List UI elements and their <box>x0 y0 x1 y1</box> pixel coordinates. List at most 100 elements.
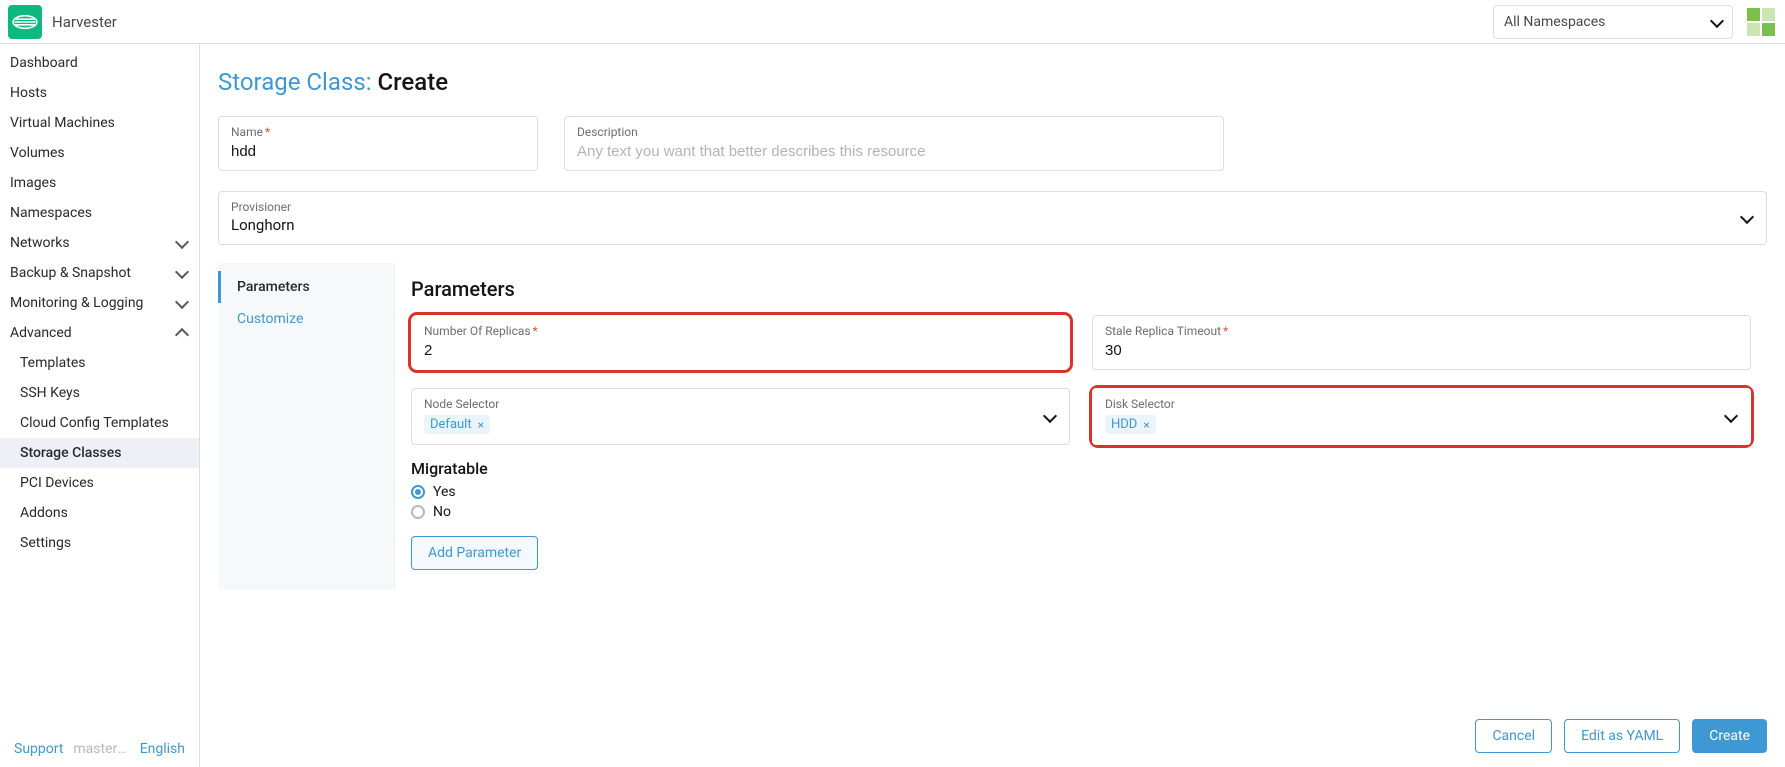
sidebar-item-ssh-keys[interactable]: SSH Keys <box>0 378 199 408</box>
radio-yes[interactable] <box>411 485 425 499</box>
edit-yaml-button[interactable]: Edit as YAML <box>1564 719 1680 753</box>
sidebar-item-label: SSH Keys <box>20 385 80 401</box>
sidebar-item-label: Templates <box>20 355 86 371</box>
disk-selector-chip[interactable]: HDD × <box>1105 415 1156 434</box>
sidebar-item-hosts[interactable]: Hosts <box>0 78 199 108</box>
node-selector-chip[interactable]: Default × <box>424 415 490 434</box>
sidebar-item-images[interactable]: Images <box>0 168 199 198</box>
provisioner-select[interactable]: Provisioner Longhorn <box>218 191 1767 245</box>
sidebar-item-label: PCI Devices <box>20 475 94 491</box>
page-title: Storage Class: Create <box>218 68 1767 96</box>
close-icon[interactable]: × <box>1143 418 1149 432</box>
sidebar-item-label: Dashboard <box>10 55 78 71</box>
disk-selector-label: Disk Selector <box>1105 397 1738 411</box>
node-selector-label: Node Selector <box>424 397 1057 411</box>
sidebar-item-label: Settings <box>20 535 71 551</box>
disk-selector-highlight: Disk Selector HDD × <box>1092 388 1751 445</box>
sidebar-item-label: Addons <box>20 505 68 521</box>
migratable-no-row[interactable]: No <box>411 504 1751 520</box>
chevron-down-icon <box>1045 409 1055 425</box>
sidebar-item-label: Storage Classes <box>20 445 121 461</box>
breadcrumb-parent[interactable]: Storage Class <box>218 68 366 96</box>
sidebar-item-virtual-machines[interactable]: Virtual Machines <box>0 108 199 138</box>
add-parameter-button[interactable]: Add Parameter <box>411 536 538 570</box>
provisioner-value: Longhorn <box>231 216 1754 234</box>
sidebar-item-addons[interactable]: Addons <box>0 498 199 528</box>
node-selector-chips: Default × <box>424 415 1057 434</box>
stale-timeout-field[interactable]: Stale Replica Timeout* <box>1092 315 1751 370</box>
product-name: Harvester <box>52 13 117 31</box>
migratable-yes-label: Yes <box>433 484 456 500</box>
chevron-up-icon <box>177 325 187 341</box>
disk-selector-chips: HDD × <box>1105 415 1738 434</box>
chevron-down-icon <box>177 265 187 281</box>
sidebar-nav: Dashboard Hosts Virtual Machines Volumes Ima… <box>0 44 199 558</box>
sidebar: Dashboard Hosts Virtual Machines Volumes Ima… <box>0 44 200 767</box>
namespace-select[interactable]: All Namespaces <box>1493 5 1733 39</box>
sidebar-item-networks[interactable]: Networks <box>0 228 199 258</box>
sidebar-item-settings[interactable]: Settings <box>0 528 199 558</box>
chip-label: Default <box>430 417 472 432</box>
radio-no[interactable] <box>411 505 425 519</box>
replicas-highlight: Number Of Replicas* <box>411 315 1070 370</box>
chevron-down-icon <box>177 235 187 251</box>
stale-timeout-label: Stale Replica Timeout* <box>1105 324 1738 338</box>
sidebar-item-dashboard[interactable]: Dashboard <box>0 48 199 78</box>
config-tabs: Parameters Customize <box>218 263 394 590</box>
language-select[interactable]: English <box>140 741 185 757</box>
sidebar-item-namespaces[interactable]: Namespaces <box>0 198 199 228</box>
description-label: Description <box>577 125 1211 139</box>
replicas-label: Number Of Replicas* <box>424 324 1057 338</box>
chip-label: HDD <box>1111 417 1137 432</box>
sidebar-item-advanced[interactable]: Advanced <box>0 318 199 348</box>
sidebar-item-label: Hosts <box>10 85 47 101</box>
footer-actions: Cancel Edit as YAML Create <box>1475 719 1767 753</box>
cancel-button[interactable]: Cancel <box>1475 719 1552 753</box>
sidebar-item-volumes[interactable]: Volumes <box>0 138 199 168</box>
breadcrumb-sep: : <box>366 68 378 96</box>
user-avatar-icon[interactable] <box>1747 8 1775 36</box>
sidebar-item-monitoring-logging[interactable]: Monitoring & Logging <box>0 288 199 318</box>
sidebar-item-label: Monitoring & Logging <box>10 295 143 311</box>
name-field[interactable]: Name* <box>218 116 538 171</box>
support-link[interactable]: Support <box>14 741 63 757</box>
topbar: Harvester All Namespaces <box>0 0 1785 44</box>
harvester-logo-icon <box>8 5 42 39</box>
main: Storage Class: Create Name* Description … <box>200 44 1785 767</box>
breadcrumb-leaf: Create <box>377 68 448 96</box>
version-text: master-f… <box>73 741 129 757</box>
name-input[interactable] <box>231 141 525 160</box>
migratable-yes-row[interactable]: Yes <box>411 484 1751 500</box>
migratable-heading: Migratable <box>411 459 1751 478</box>
migratable-no-label: No <box>433 504 451 520</box>
parameters-panel: Parameters Number Of Replicas* Stale Rep… <box>394 263 1767 590</box>
disk-selector-field[interactable]: Disk Selector HDD × <box>1092 388 1751 445</box>
chevron-down-icon <box>1726 409 1736 425</box>
stale-timeout-input[interactable] <box>1105 340 1738 359</box>
node-selector-field[interactable]: Node Selector Default × <box>411 388 1070 445</box>
top-right: All Namespaces <box>1493 5 1775 39</box>
create-button[interactable]: Create <box>1692 719 1767 753</box>
sidebar-footer: Support master-f… English <box>0 731 199 767</box>
sidebar-item-label: Cloud Config Templates <box>20 415 169 431</box>
sidebar-item-templates[interactable]: Templates <box>0 348 199 378</box>
brand: Harvester <box>8 5 117 39</box>
description-field[interactable]: Description <box>564 116 1224 171</box>
replicas-field[interactable]: Number Of Replicas* <box>411 315 1070 370</box>
sidebar-item-storage-classes[interactable]: Storage Classes <box>0 438 199 468</box>
provisioner-label: Provisioner <box>231 200 1754 214</box>
description-input[interactable] <box>577 141 1211 160</box>
name-label: Name* <box>231 125 525 139</box>
tab-customize[interactable]: Customize <box>218 303 394 335</box>
sidebar-item-cloud-config-templates[interactable]: Cloud Config Templates <box>0 408 199 438</box>
sidebar-item-label: Advanced <box>10 325 72 341</box>
sidebar-item-backup-snapshot[interactable]: Backup & Snapshot <box>0 258 199 288</box>
sidebar-item-pci-devices[interactable]: PCI Devices <box>0 468 199 498</box>
replicas-input[interactable] <box>424 340 1057 359</box>
parameters-heading: Parameters <box>411 277 1751 301</box>
tab-parameters[interactable]: Parameters <box>218 271 394 303</box>
sidebar-item-label: Namespaces <box>10 205 92 221</box>
sidebar-item-label: Backup & Snapshot <box>10 265 131 281</box>
sidebar-item-label: Volumes <box>10 145 65 161</box>
close-icon[interactable]: × <box>478 418 484 432</box>
